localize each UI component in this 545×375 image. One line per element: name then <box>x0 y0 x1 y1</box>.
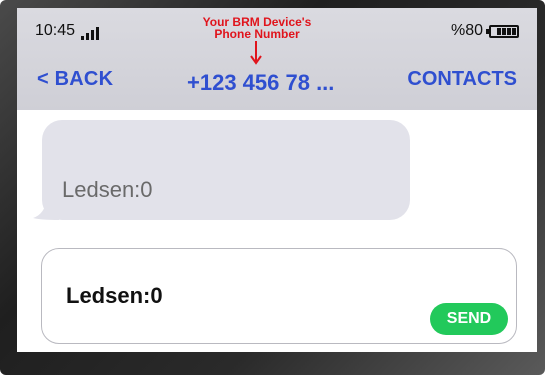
back-button[interactable]: < BACK <box>37 68 113 91</box>
status-time: 10:45 <box>35 22 100 40</box>
message-text: Ledsen:0 <box>62 177 153 202</box>
arrow-down-icon <box>250 41 262 65</box>
phone-number-annotation: Your BRM Device's Phone Number <box>167 16 347 40</box>
message-bubble: Ledsen:0 <box>42 120 410 220</box>
phone-screen: 10:45 Your BRM Device's Phone Number %80… <box>17 8 537 352</box>
phone-device: 10:45 Your BRM Device's Phone Number %80… <box>0 0 545 375</box>
message-input-value[interactable]: Ledsen:0 <box>66 283 163 309</box>
header-bar: 10:45 Your BRM Device's Phone Number %80… <box>17 8 537 110</box>
time-label: 10:45 <box>35 22 76 39</box>
battery-percent: %80 <box>450 22 483 39</box>
signal-icon <box>81 27 100 40</box>
message-input[interactable]: Ledsen:0 SEND <box>41 248 517 344</box>
send-button[interactable]: SEND <box>430 303 508 335</box>
contact-phone-number[interactable]: +123 456 78 ... <box>187 70 334 96</box>
status-battery: %80 <box>451 22 519 40</box>
contacts-button[interactable]: CONTACTS <box>407 68 517 91</box>
annotation-line-2: Phone Number <box>214 27 300 41</box>
battery-icon <box>486 24 519 38</box>
